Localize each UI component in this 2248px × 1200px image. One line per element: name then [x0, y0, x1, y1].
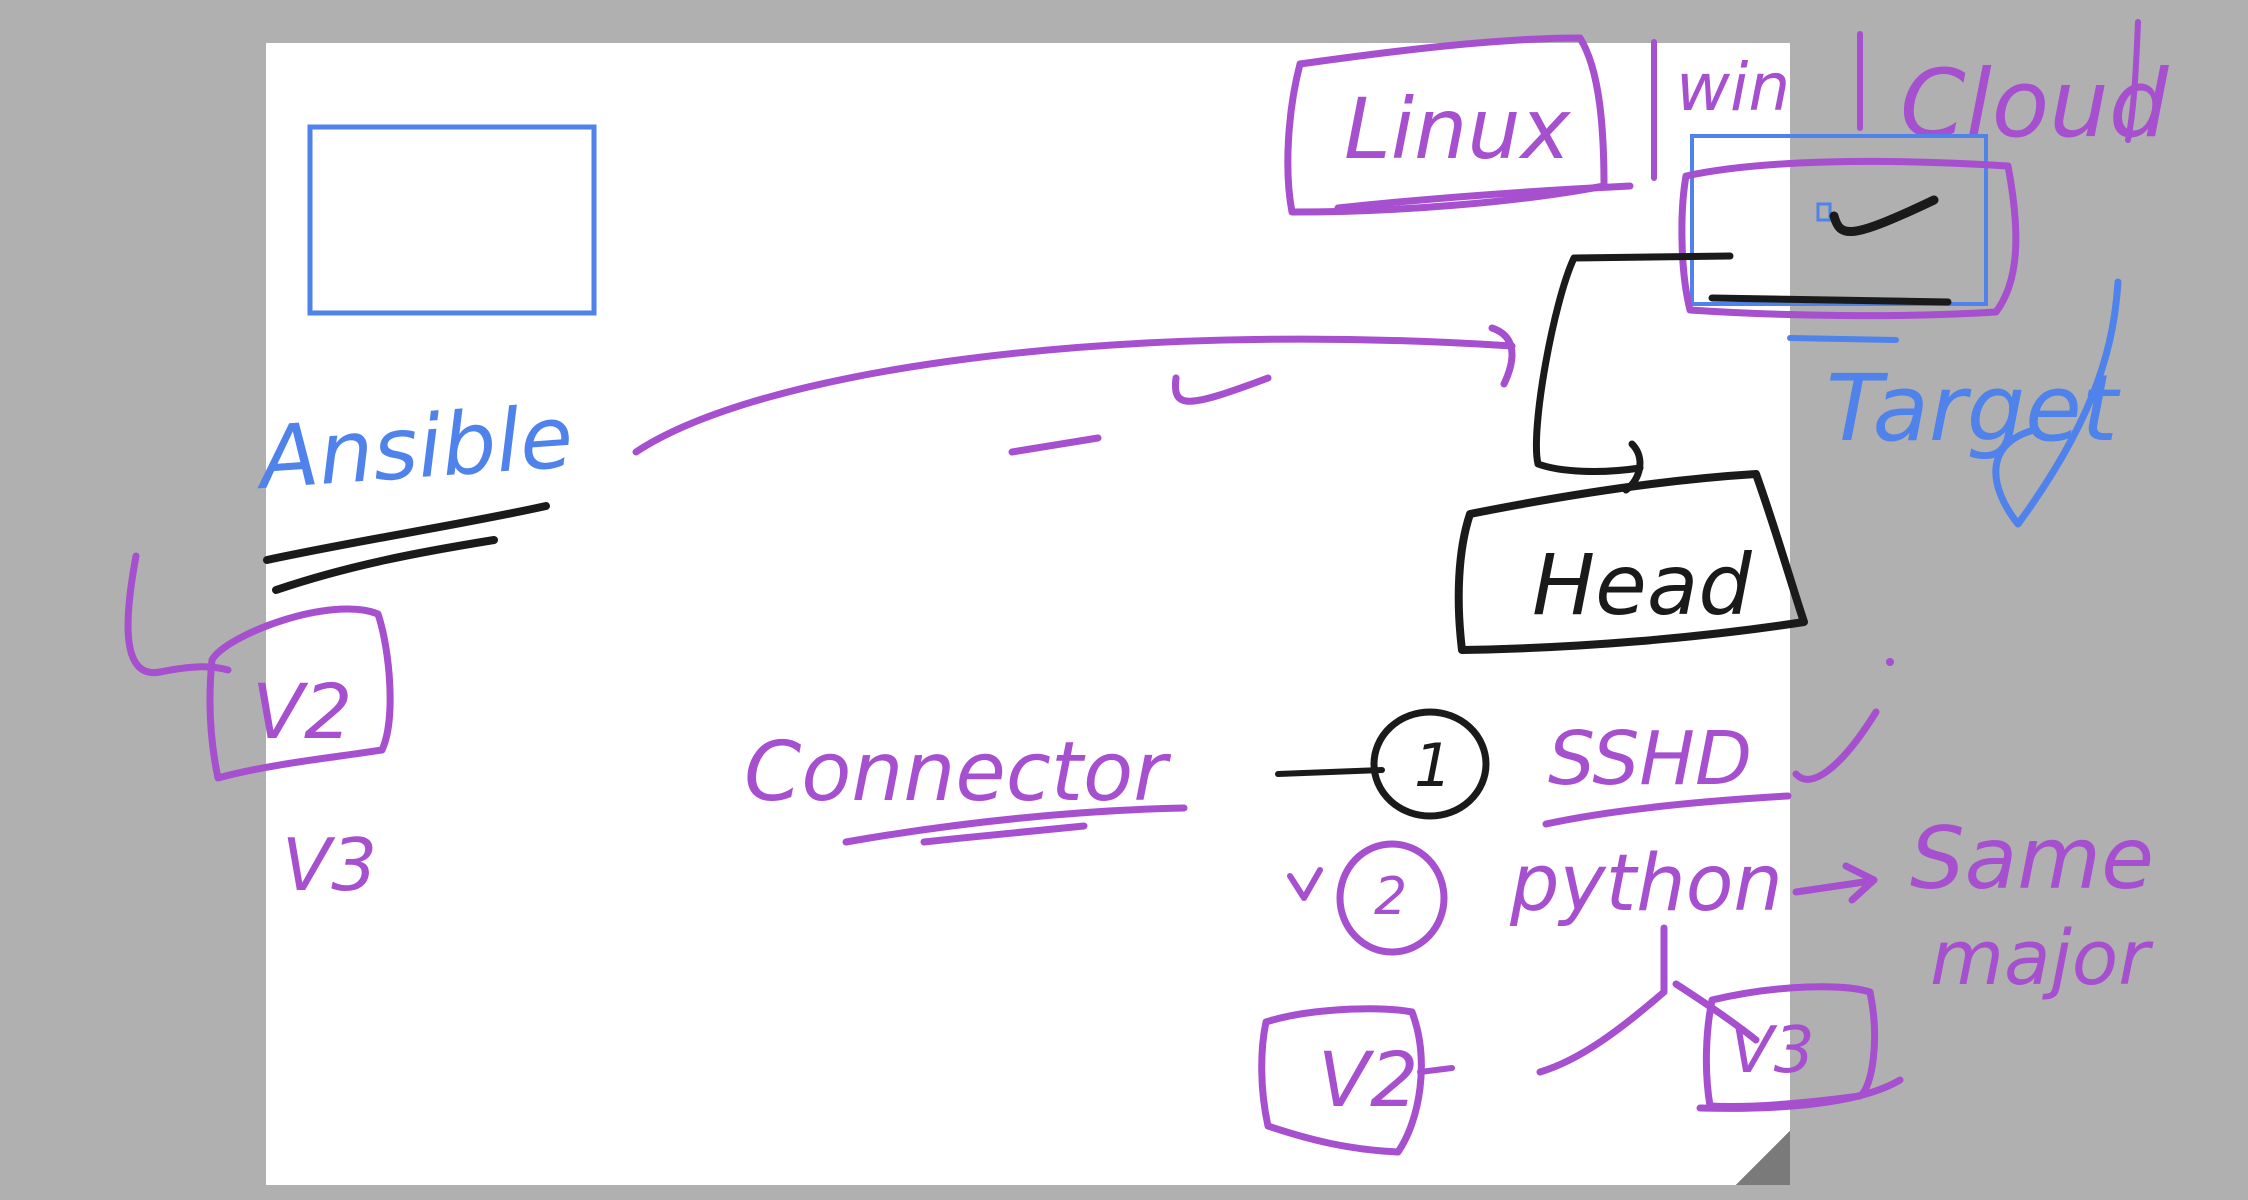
ansible-to-target-arrow	[632, 335, 1516, 456]
selection-handle[interactable]	[1816, 202, 1832, 222]
ansible-label: Ansible	[252, 387, 577, 509]
major-label: major	[1930, 913, 2154, 1002]
v3-bottom-label: V3	[1730, 1014, 1815, 1088]
num-2-label: 2	[1374, 867, 1407, 927]
link-line-1	[1275, 767, 1385, 777]
purple-check	[1171, 374, 1272, 405]
v3-left-label: V3	[282, 823, 377, 907]
sshd-label: SSHD	[1548, 716, 1752, 802]
v2-bottom-tail	[1417, 1065, 1455, 1075]
black-bracket	[1532, 252, 1734, 475]
v2-bottom-label: V2	[1318, 1035, 1418, 1124]
whiteboard-app: Ansible V2 V3 Linux win Cloud Target Hea…	[0, 0, 2248, 1200]
black-line	[1708, 294, 1952, 306]
head-label: Head	[1532, 536, 1752, 634]
target-label: Target	[1826, 355, 2121, 462]
ink-dot	[1886, 658, 1894, 666]
target-overline	[1787, 335, 1899, 343]
ink-layer[interactable]: Ansible V2 V3 Linux win Cloud Target Hea…	[0, 0, 2248, 1200]
arrowhead	[1488, 324, 1516, 388]
python-arrow	[1792, 878, 1868, 896]
v2-label: V2	[252, 667, 352, 756]
sshd-check	[1792, 708, 1880, 783]
windows-label: win	[1676, 49, 1790, 126]
same-label: Same	[1910, 809, 2154, 909]
purple-dash	[1008, 434, 1102, 456]
python-label: python	[1509, 839, 1783, 929]
blue-rectangle-shape[interactable]	[307, 124, 597, 316]
branch-left	[1536, 924, 1668, 1076]
check-2	[1287, 867, 1323, 901]
linux-label: Linux	[1344, 80, 1572, 178]
connector-label: Connector	[744, 725, 1171, 820]
black-check	[1829, 195, 1939, 236]
purple-target-box	[1678, 157, 2020, 320]
num-1-label: 1	[1414, 731, 1452, 801]
